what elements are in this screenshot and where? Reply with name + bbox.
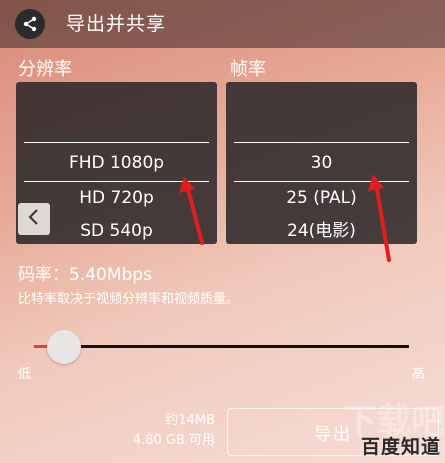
size-estimate: 约14MB: [165, 413, 215, 428]
available-space: 4.80 GB 可用: [132, 433, 215, 448]
picker-top-divider: [234, 142, 409, 143]
collapse-button[interactable]: [18, 203, 50, 235]
bitrate-hint: 比特率取决于视频分辨率和视频质量。: [18, 292, 240, 307]
slider-high-label: 高: [412, 367, 426, 382]
framerate-label: 帧率: [230, 59, 266, 80]
bitrate-value: 码率：5.40Mbps: [18, 265, 152, 285]
chevron-left-icon: [27, 208, 41, 230]
picker-top-divider: [24, 142, 209, 143]
bitrate-slider-fill: [34, 345, 47, 348]
annotation-arrow-left: [179, 177, 204, 245]
annotation-arrow-right: [368, 174, 391, 262]
resolution-option-1080p[interactable]: FHD 1080p: [16, 151, 217, 175]
size-info: 约14MB 4.80 GB 可用: [110, 411, 215, 451]
page-title: 导出并共享: [66, 13, 167, 35]
share-icon: [22, 16, 38, 32]
bitrate-slider-track[interactable]: [34, 345, 409, 348]
top-bar: 导出并共享: [0, 0, 445, 48]
share-button[interactable]: [15, 9, 45, 39]
bitrate-slider-thumb[interactable]: [47, 330, 81, 364]
resolution-label: 分辨率: [18, 59, 72, 80]
watermark: 百度知道: [360, 436, 441, 458]
slider-low-label: 低: [18, 367, 32, 382]
